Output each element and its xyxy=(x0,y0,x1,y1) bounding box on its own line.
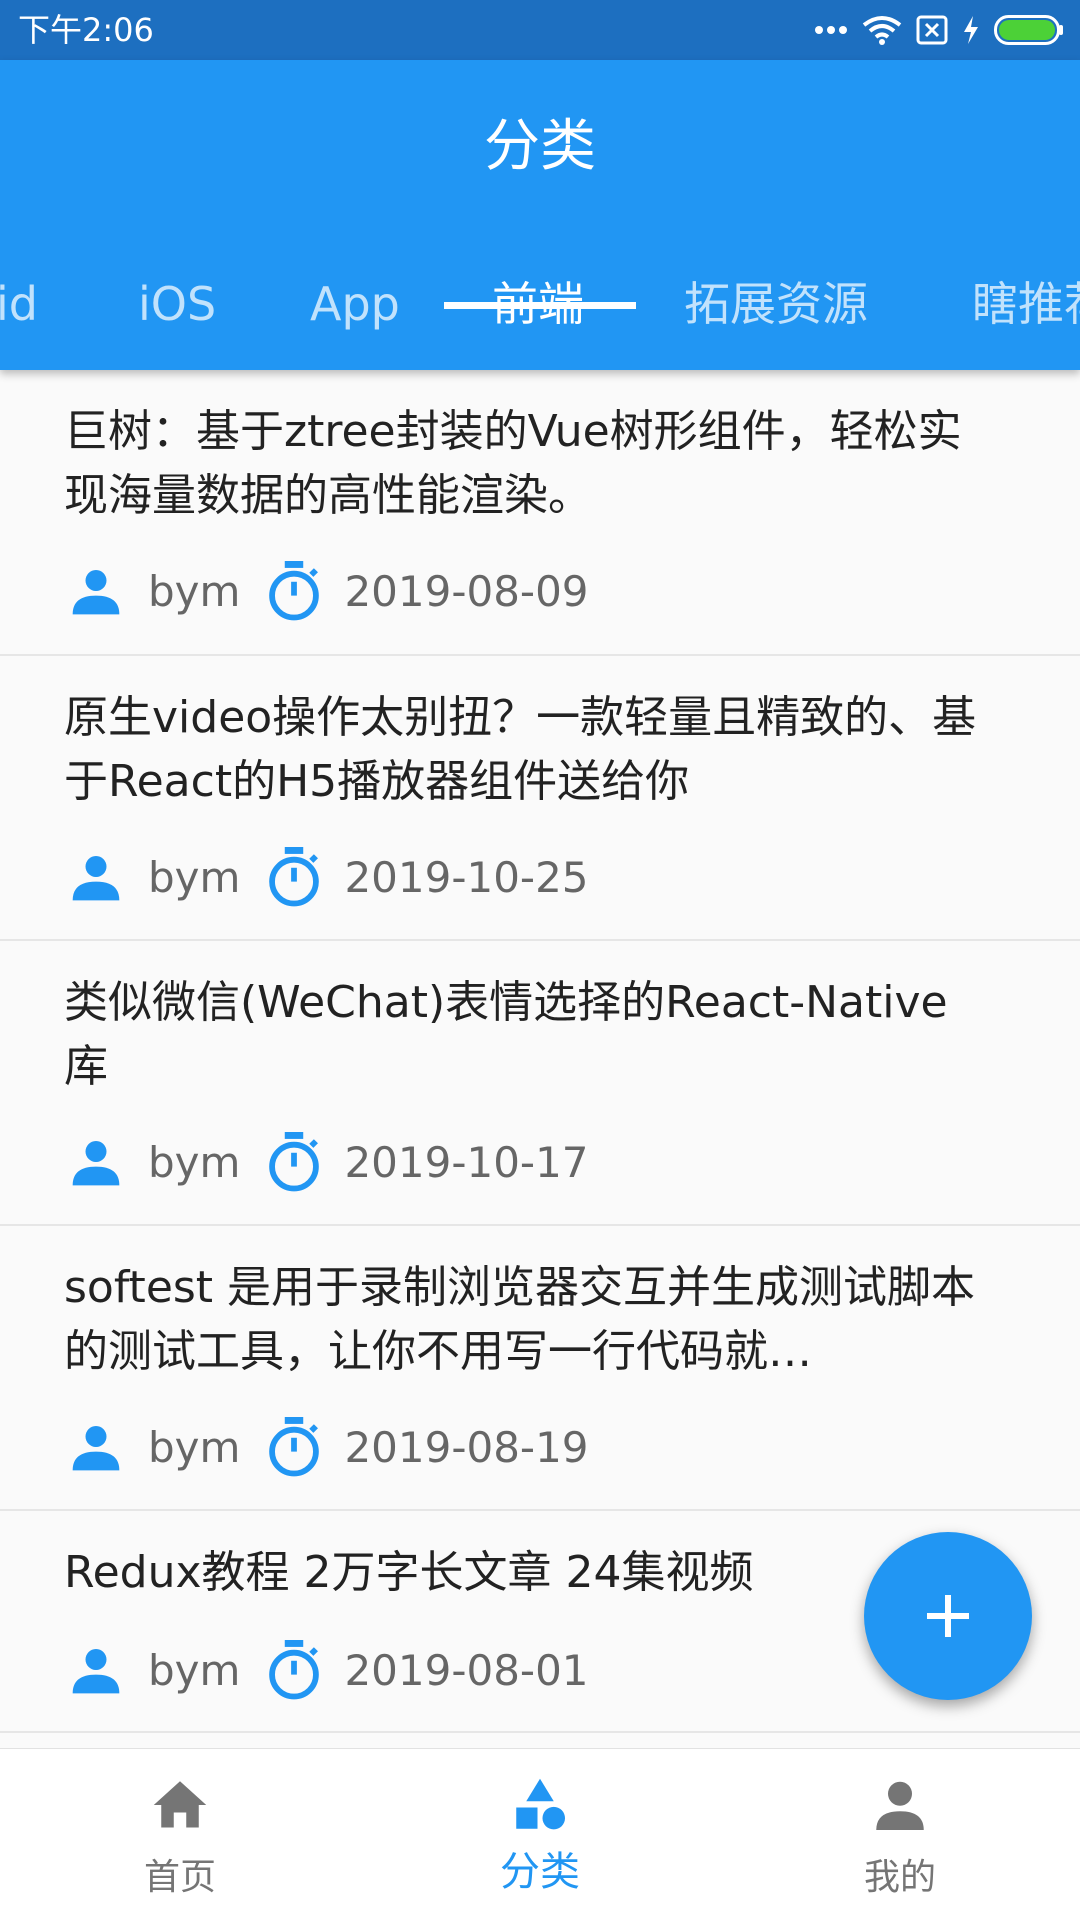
tab-ios[interactable]: iOS xyxy=(138,265,216,370)
person-icon xyxy=(72,1141,120,1186)
person-icon xyxy=(72,856,120,901)
list-item[interactable]: 类似微信(WeChat)表情选择的React-Native库 bym 2019-… xyxy=(0,941,1080,1226)
bottom-nav: 首页 分类 我的 xyxy=(0,1748,1080,1920)
stopwatch-icon xyxy=(269,847,320,907)
plus-icon xyxy=(927,1595,969,1637)
article-date: 2019-10-17 xyxy=(344,1137,589,1187)
battery-icon xyxy=(994,15,1063,45)
stopwatch-icon xyxy=(269,1132,320,1192)
article-meta: bym 2019-08-09 xyxy=(68,556,589,626)
article-author: bym xyxy=(148,1645,241,1695)
charging-icon xyxy=(964,16,978,44)
status-time: 下午2:06 xyxy=(18,11,154,49)
article-author: bym xyxy=(148,1137,241,1187)
nav-item-category[interactable]: 分类 xyxy=(360,1749,720,1920)
tab-resources[interactable]: 拓展资源 xyxy=(684,265,868,370)
person-icon xyxy=(72,570,120,615)
article-title: 类似微信(WeChat)表情选择的React-Native库 xyxy=(64,977,948,1092)
tab-recommend[interactable]: 瞎推荐 xyxy=(972,265,1080,370)
article-date: 2019-10-25 xyxy=(344,852,589,902)
tab-app[interactable]: App xyxy=(310,265,400,370)
person-icon xyxy=(72,1426,120,1471)
home-icon xyxy=(153,1781,207,1828)
stopwatch-icon xyxy=(269,1417,320,1477)
article-date: 2019-08-01 xyxy=(344,1645,589,1695)
article-title: Redux教程 2万字长文章 24集视频 xyxy=(64,1547,754,1598)
nav-label: 分类 xyxy=(500,1849,580,1895)
tab-indicator xyxy=(444,302,636,309)
article-author: bym xyxy=(148,852,241,902)
status-icons xyxy=(814,10,1064,50)
more-dots-icon xyxy=(815,26,847,34)
page-title: 分类 xyxy=(484,114,596,179)
article-date: 2019-08-19 xyxy=(344,1422,589,1472)
list-item[interactable]: 巨树：基于ztree封装的Vue树形组件，轻松实现海量数据的高性能渲染。 bym… xyxy=(0,370,1080,656)
nav-label: 我的 xyxy=(863,1857,936,1898)
add-button[interactable] xyxy=(864,1532,1032,1700)
stopwatch-icon xyxy=(269,561,320,621)
article-meta: bym 2019-08-01 xyxy=(68,1635,589,1705)
tab-android[interactable]: id xyxy=(0,265,38,370)
article-author: bym xyxy=(148,1422,241,1472)
person-icon xyxy=(72,1649,120,1694)
sim-off-icon xyxy=(916,15,948,45)
article-title: softest 是用于录制浏览器交互并生成测试脚本的测试工具，让你不用写一行代码… xyxy=(64,1262,976,1377)
article-meta: bym 2019-10-17 xyxy=(68,1127,589,1197)
article-date: 2019-08-09 xyxy=(344,566,589,616)
nav-item-home[interactable]: 首页 xyxy=(0,1749,360,1920)
article-meta: bym 2019-10-25 xyxy=(68,842,589,912)
article-author: bym xyxy=(148,566,241,616)
list-item[interactable]: 原生video操作太别扭？一款轻量且精致的、基于React的H5播放器组件送给你… xyxy=(0,656,1080,941)
list-item[interactable]: softest 是用于录制浏览器交互并生成测试脚本的测试工具，让你不用写一行代码… xyxy=(0,1226,1080,1511)
nav-label: 首页 xyxy=(143,1857,216,1898)
person-icon xyxy=(876,1781,924,1830)
article-title: 巨树：基于ztree封装的Vue树形组件，轻松实现海量数据的高性能渲染。 xyxy=(64,406,962,521)
category-tabs: id iOS App 前端 拓展资源 瞎推荐 xyxy=(0,265,1080,370)
app-bar: 分类 id iOS App 前端 拓展资源 瞎推荐 xyxy=(0,60,1080,370)
tab-frontend[interactable]: 前端 xyxy=(492,265,584,370)
nav-item-mine[interactable]: 我的 xyxy=(720,1749,1080,1920)
wifi-icon xyxy=(862,16,902,45)
category-icon xyxy=(516,1778,565,1830)
status-bar: 下午2:06 xyxy=(0,0,1080,60)
article-title: 原生video操作太别扭？一款轻量且精致的、基于React的H5播放器组件送给你 xyxy=(64,692,977,807)
stopwatch-icon xyxy=(269,1640,320,1700)
article-meta: bym 2019-08-19 xyxy=(68,1412,589,1482)
